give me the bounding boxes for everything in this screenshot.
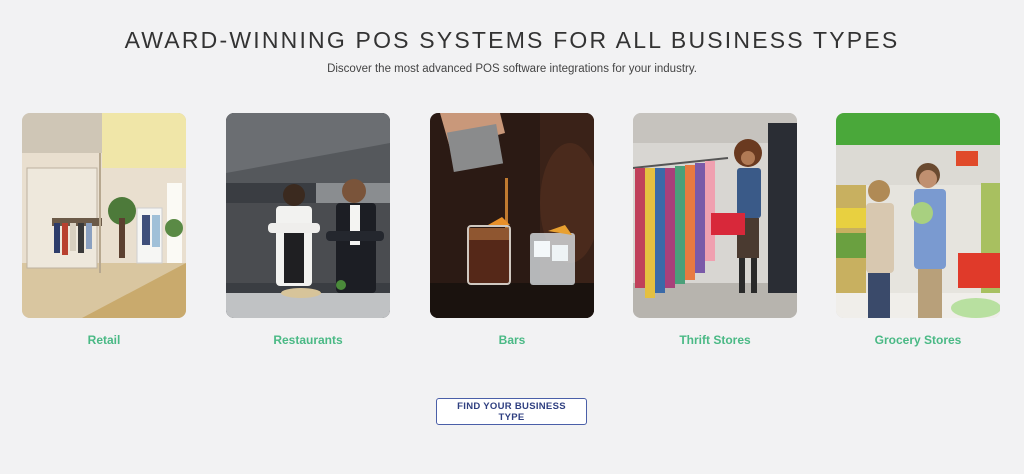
business-card-retail[interactable]: Retail — [22, 113, 186, 347]
section-subtitle: Discover the most advanced POS software … — [327, 63, 697, 75]
section-title: AWARD-WINNING POS SYSTEMS FOR ALL BUSINE… — [124, 27, 900, 53]
business-label[interactable]: Thrift Stores — [633, 333, 797, 347]
business-card-bars[interactable]: Bars — [430, 113, 594, 347]
retail-store-photo[interactable] — [22, 113, 186, 318]
find-business-type-button[interactable]: FIND YOUR BUSINESS TYPE — [436, 398, 587, 425]
business-label[interactable]: Retail — [22, 333, 186, 347]
grocery-couple-photo[interactable] — [836, 113, 1000, 318]
business-label[interactable]: Bars — [430, 333, 594, 347]
thrift-shopper-photo[interactable] — [633, 113, 797, 318]
restaurant-chefs-photo[interactable] — [226, 113, 390, 318]
business-type-grid: Retail Restaurants Bars Thrift Stores Gr… — [22, 113, 1002, 353]
business-card-grocery-stores[interactable]: Grocery Stores — [836, 113, 1000, 347]
cocktail-pour-photo[interactable] — [430, 113, 594, 318]
business-label[interactable]: Restaurants — [226, 333, 390, 347]
business-card-restaurants[interactable]: Restaurants — [226, 113, 390, 347]
business-label[interactable]: Grocery Stores — [836, 333, 1000, 347]
business-card-thrift-stores[interactable]: Thrift Stores — [633, 113, 797, 347]
